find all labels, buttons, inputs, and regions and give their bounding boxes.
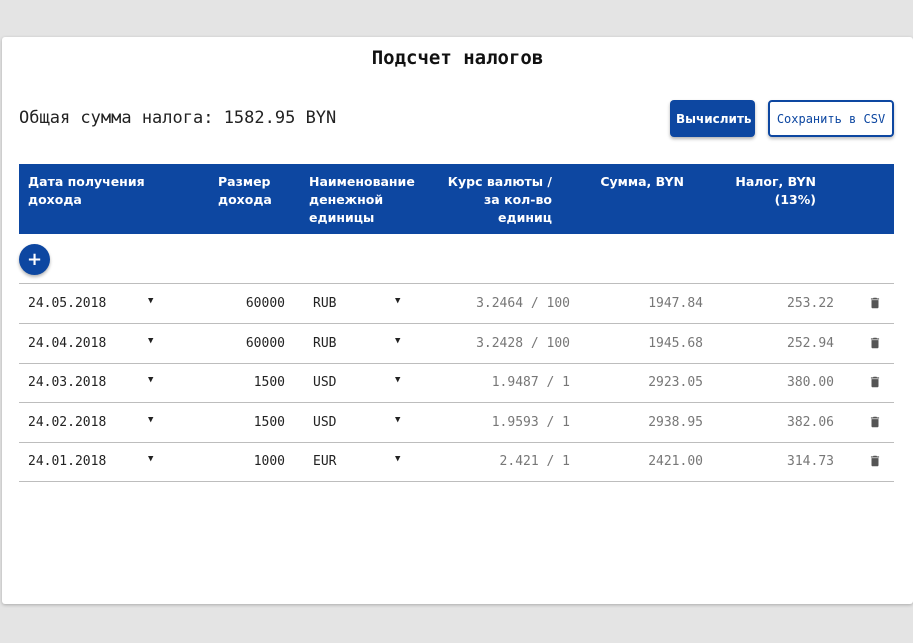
currency-value[interactable]: RUB: [313, 296, 336, 311]
column-header-date: Дата получения дохода: [28, 174, 145, 207]
column-header-tax: Налог, BYN (13%): [735, 174, 816, 207]
date-value[interactable]: 24.05.2018: [28, 296, 106, 311]
table-row: 24.04.2018 ▼ 60000 RUB ▼ 3.2428 / 100 19…: [19, 324, 894, 363]
total-tax-label: Общая сумма налога: 1582.95 BYN: [19, 108, 337, 128]
trash-icon[interactable]: [868, 336, 882, 350]
add-row-button[interactable]: +: [19, 244, 50, 275]
date-dropdown-arrow-icon[interactable]: ▼: [148, 415, 153, 425]
date-value[interactable]: 24.02.2018: [28, 415, 106, 430]
column-header-sum: Сумма, BYN: [600, 174, 684, 189]
currency-dropdown-arrow-icon[interactable]: ▼: [395, 336, 400, 346]
rate-value: 3.2428 / 100: [476, 335, 570, 351]
sum-value: 1945.68: [648, 335, 703, 351]
rate-value: 1.9593 / 1: [491, 414, 570, 430]
date-value[interactable]: 24.03.2018: [28, 375, 106, 390]
trash-icon[interactable]: [868, 375, 882, 389]
table-row: 24.03.2018 ▼ 1500 USD ▼ 1.9487 / 1 2923.…: [19, 363, 894, 402]
table-row: 24.01.2018 ▼ 1000 EUR ▼ 2.421 / 1 2421.0…: [19, 442, 894, 481]
date-dropdown-arrow-icon[interactable]: ▼: [148, 336, 153, 346]
currency-value[interactable]: USD: [313, 415, 336, 430]
tax-value: 382.06: [787, 414, 834, 430]
currency-value[interactable]: EUR: [313, 454, 336, 469]
trash-icon[interactable]: [868, 415, 882, 429]
tax-value: 252.94: [787, 335, 834, 351]
table-header: Дата получения дохода Размер дохода Наим…: [19, 164, 894, 234]
date-value[interactable]: 24.01.2018: [28, 454, 106, 469]
amount-value[interactable]: 1500: [254, 415, 285, 430]
currency-dropdown-arrow-icon[interactable]: ▼: [395, 415, 400, 425]
date-dropdown-arrow-icon[interactable]: ▼: [148, 454, 153, 464]
column-header-amount: Размер дохода: [218, 174, 272, 207]
amount-value[interactable]: 1500: [254, 375, 285, 390]
tax-value: 253.22: [787, 296, 834, 311]
sum-value: 2421.00: [648, 454, 703, 469]
table-row: 24.05.2018 ▼ 60000 RUB ▼ 3.2464 / 100 19…: [19, 284, 894, 323]
save-csv-button[interactable]: Сохранить в CSV: [768, 100, 894, 137]
table-row: 24.02.2018 ▼ 1500 USD ▼ 1.9593 / 1 2938.…: [19, 403, 894, 442]
amount-value[interactable]: 60000: [246, 336, 285, 351]
sum-value: 2923.05: [648, 375, 703, 390]
rate-value: 2.421 / 1: [499, 454, 570, 469]
trash-icon[interactable]: [868, 296, 882, 310]
currency-dropdown-arrow-icon[interactable]: ▼: [395, 375, 400, 385]
column-header-currency: Наименование денежной единицы: [309, 174, 415, 225]
currency-value[interactable]: USD: [313, 375, 336, 390]
currency-dropdown-arrow-icon[interactable]: ▼: [395, 454, 400, 464]
divider: [19, 481, 894, 482]
date-value[interactable]: 24.04.2018: [28, 336, 106, 351]
tax-value: 380.00: [787, 375, 834, 390]
plus-icon: +: [26, 249, 43, 270]
currency-dropdown-arrow-icon[interactable]: ▼: [395, 296, 400, 306]
sum-value: 1947.84: [648, 296, 703, 311]
amount-value[interactable]: 60000: [246, 296, 285, 311]
tax-value: 314.73: [787, 454, 834, 469]
rate-value: 1.9487 / 1: [491, 375, 570, 390]
trash-icon[interactable]: [868, 454, 882, 468]
page-title: Подсчет налогов: [371, 47, 544, 69]
date-dropdown-arrow-icon[interactable]: ▼: [148, 375, 153, 385]
date-dropdown-arrow-icon[interactable]: ▼: [148, 296, 153, 306]
currency-value[interactable]: RUB: [313, 336, 336, 351]
amount-value[interactable]: 1000: [254, 454, 285, 469]
rate-value: 3.2464 / 100: [476, 296, 570, 311]
column-header-rate: Курс валюты / за кол-во единиц: [447, 174, 552, 225]
tax-calculator-card: Подсчет налогов Общая сумма налога: 1582…: [2, 37, 913, 604]
sum-value: 2938.95: [648, 414, 703, 430]
calculate-button[interactable]: Вычислить: [670, 100, 755, 137]
